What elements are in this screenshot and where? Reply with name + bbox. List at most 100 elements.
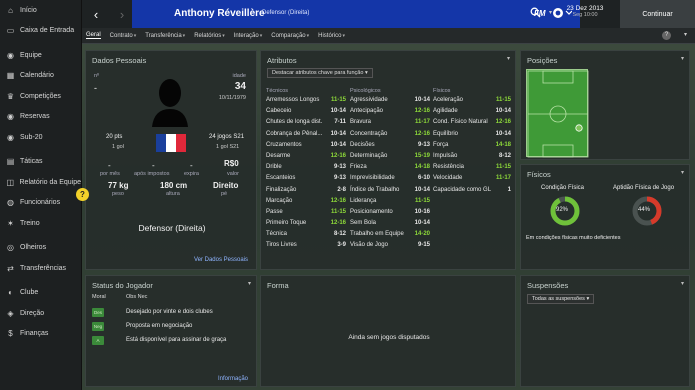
attribute-row[interactable]: Arremessos Longos 11-15 bbox=[266, 97, 346, 108]
nationality-flag-icon[interactable] bbox=[156, 134, 186, 152]
sidebar-item[interactable]: ▭ Caixa de Entrada bbox=[0, 21, 81, 42]
sidebar-item[interactable]: ◍ Funcionários bbox=[0, 193, 81, 214]
sidebar-item[interactable]: ◈ Direção bbox=[0, 303, 81, 324]
suspensions-dropdown[interactable]: Todas as suspensões ▾ bbox=[527, 294, 595, 304]
tab[interactable]: Relatórios▾ bbox=[194, 33, 225, 39]
attribute-row[interactable]: Primeiro Toque 12-16 bbox=[266, 220, 346, 231]
attribute-row[interactable]: Tiros Livres 3-9 bbox=[266, 242, 346, 253]
status-badge: A bbox=[92, 335, 104, 345]
highlight-attributes-dropdown[interactable]: Destacar atributos chave para função ▾ bbox=[267, 68, 373, 78]
attribute-row[interactable]: Liderança 11-15 bbox=[350, 198, 430, 209]
tab-label: Interação bbox=[233, 32, 259, 39]
back-arrow-icon[interactable]: ‹ bbox=[84, 0, 108, 28]
home-icon: ⌂ bbox=[8, 5, 13, 15]
attribute-row[interactable]: Técnica 8-12 bbox=[266, 231, 346, 242]
attribute-row[interactable]: Concentração 12-16 bbox=[350, 131, 430, 142]
attribute-row[interactable]: Determinação 15-19 bbox=[350, 153, 430, 164]
attribute-row[interactable]: Visão de Jogo 9-15 bbox=[350, 242, 430, 253]
attribute-row[interactable]: Marcação 12-16 bbox=[266, 198, 346, 209]
sidebar-item[interactable]: ◎ Olheiros bbox=[0, 238, 81, 259]
attribute-row[interactable]: Passe 11-15 bbox=[266, 209, 346, 220]
fm-logo[interactable]: FM bbox=[534, 9, 546, 18]
attribute-row[interactable]: Agilidade 10-14 bbox=[433, 108, 511, 119]
tab[interactable]: Geral bbox=[86, 32, 101, 39]
attribute-row[interactable]: Decisões 9-13 bbox=[350, 142, 430, 153]
attribute-row[interactable]: Antecipação 12-16 bbox=[350, 108, 430, 119]
attribute-value: 11-17 bbox=[414, 119, 430, 126]
panel-menu-chevron-icon[interactable]: ▾ bbox=[248, 280, 251, 287]
panel-menu-chevron-icon[interactable]: ▾ bbox=[681, 280, 684, 287]
sidebar-item[interactable]: ⌂ Início bbox=[0, 0, 81, 21]
sidebar-item-label: Funcionários bbox=[20, 199, 61, 207]
attribute-row[interactable]: Aceleração 11-15 bbox=[433, 97, 511, 108]
panel-menu-chevron-icon[interactable]: ▾ bbox=[681, 55, 684, 62]
sidebar-item-label: Sub-20 bbox=[20, 133, 43, 141]
sidebar-item[interactable]: ⇄ Transferências bbox=[0, 258, 81, 279]
attribute-row[interactable]: Cond. Físico Natural 12-16 bbox=[433, 119, 511, 130]
attribute-row[interactable]: Sem Bola 10-14 bbox=[350, 220, 430, 231]
obs-column-header: Obs Nec bbox=[126, 294, 148, 300]
sidebar-item[interactable]: ◫ Relatório da Equipe bbox=[0, 172, 81, 193]
tab[interactable]: Histórico▾ bbox=[318, 33, 345, 39]
attribute-row[interactable]: Escanteios 9-13 bbox=[266, 175, 346, 186]
sidebar-item[interactable]: ◉ Equipe bbox=[0, 45, 81, 66]
attribute-row[interactable]: Capacidade como GL 1 bbox=[433, 187, 511, 198]
attribute-row[interactable]: Imprevisibilidade 6-10 bbox=[350, 175, 430, 186]
continue-button[interactable]: Continuar bbox=[620, 0, 695, 28]
personal-details-link[interactable]: Ver Dados Pessoais bbox=[194, 257, 248, 263]
attribute-row[interactable]: Equilíbrio 10-14 bbox=[433, 131, 511, 142]
tab[interactable]: Contrato▾ bbox=[110, 33, 137, 39]
attribute-name: Primeiro Toque bbox=[266, 220, 307, 227]
attribute-row[interactable]: Cobrança de Pênal... 10-14 bbox=[266, 131, 346, 142]
attribute-row[interactable]: Cabeceio 10-14 bbox=[266, 108, 346, 119]
tab[interactable]: Comparação▾ bbox=[271, 33, 309, 39]
sidebar-item[interactable]: ◉ Sub-20 bbox=[0, 127, 81, 148]
attribute-row[interactable]: Bravura 11-17 bbox=[350, 119, 430, 130]
attribute-row[interactable]: Força 14-18 bbox=[433, 142, 511, 153]
attribute-value: 10-14 bbox=[495, 130, 511, 137]
attribute-row[interactable]: Chutes de longa dist. 7-11 bbox=[266, 119, 346, 130]
attribute-row[interactable]: Impulsão 8-12 bbox=[433, 153, 511, 164]
attribute-name: Trabalho em Equipe bbox=[350, 231, 404, 238]
attribute-row[interactable]: Cruzamentos 10-14 bbox=[266, 142, 346, 153]
people-icon: ◉ bbox=[7, 132, 14, 142]
tab-bar-menu-icon[interactable]: ▾ bbox=[684, 31, 687, 38]
sidebar-item[interactable]: ▦ Calendário bbox=[0, 66, 81, 87]
attribute-row[interactable]: Trabalho em Equipe 14-20 bbox=[350, 231, 430, 242]
forward-arrow-icon[interactable]: › bbox=[110, 0, 134, 28]
sidebar-item[interactable]: ✶ Treino bbox=[0, 213, 81, 234]
panel-title: Atributos bbox=[267, 56, 297, 65]
tab[interactable]: Interação▾ bbox=[234, 33, 263, 39]
sidebar-item[interactable]: ◉ Reservas bbox=[0, 107, 81, 128]
help-icon[interactable]: ? bbox=[662, 31, 671, 40]
panel-menu-chevron-icon[interactable]: ▾ bbox=[681, 169, 684, 176]
staff-icon: ◍ bbox=[7, 198, 14, 208]
attribute-row[interactable]: Drible 9-13 bbox=[266, 164, 346, 175]
sidebar-item[interactable]: ◐ Clube bbox=[0, 283, 81, 304]
help-bubble-icon[interactable]: ? bbox=[76, 188, 89, 201]
panel-menu-chevron-icon[interactable]: ▾ bbox=[507, 55, 510, 62]
attribute-row[interactable]: Desarme 12-16 bbox=[266, 153, 346, 164]
wage-value: - bbox=[108, 161, 111, 170]
after-tax-value: - bbox=[152, 161, 155, 170]
sidebar-item[interactable]: ▤ Táticas bbox=[0, 152, 81, 173]
tab-label: Comparação bbox=[271, 32, 306, 39]
attribute-row[interactable]: Agressividade 10-14 bbox=[350, 97, 430, 108]
training-icon: ✶ bbox=[7, 218, 14, 228]
attribute-name: Finalização bbox=[266, 186, 297, 193]
attribute-row[interactable]: Índice de Trabalho 10-14 bbox=[350, 187, 430, 198]
sidebar-item[interactable]: $ Finanças bbox=[0, 324, 81, 345]
attribute-row[interactable]: Resistência 11-15 bbox=[433, 164, 511, 175]
sidebar-item[interactable]: ♛ Competições bbox=[0, 86, 81, 107]
height-value: 180 cm bbox=[160, 181, 188, 190]
information-link[interactable]: Informação bbox=[218, 376, 248, 382]
attribute-row[interactable]: Velocidade 11-17 bbox=[433, 175, 511, 186]
tab-label: Contrato bbox=[109, 32, 133, 39]
tab[interactable]: Transferência▾ bbox=[145, 33, 185, 39]
attribute-row[interactable]: Finalização 2-8 bbox=[266, 187, 346, 198]
chevron-down-icon: ▾ bbox=[342, 32, 345, 39]
player-name[interactable]: Anthony Réveillère bbox=[174, 8, 265, 19]
attribute-row[interactable]: Frieza 14-18 bbox=[350, 164, 430, 175]
attribute-row[interactable]: Posicionamento 10-16 bbox=[350, 209, 430, 220]
fm-menu-chevron-icon[interactable]: ▾ bbox=[549, 9, 552, 16]
